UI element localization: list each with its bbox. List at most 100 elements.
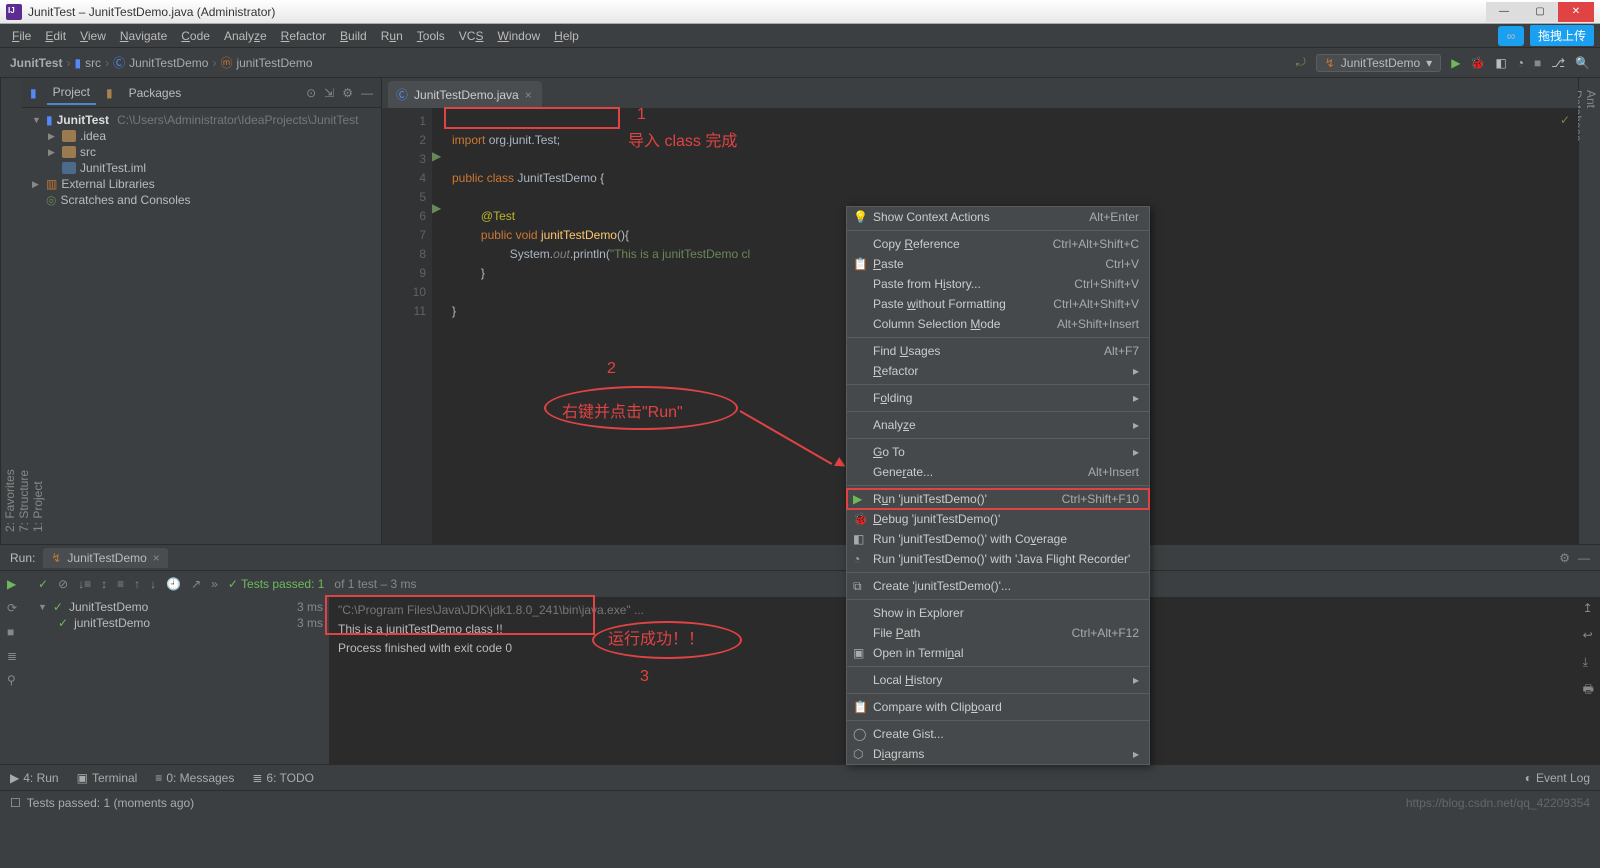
- coverage-icon[interactable]: ◧: [1495, 56, 1506, 70]
- packages-view-tab[interactable]: Packages: [123, 82, 188, 104]
- project-tab[interactable]: 1: Project: [31, 90, 45, 532]
- menu-item[interactable]: Analyze: [218, 27, 273, 45]
- context-menu-item[interactable]: Paste without FormattingCtrl+Alt+Shift+V: [847, 294, 1149, 314]
- expand-all-icon[interactable]: ⇲: [324, 86, 334, 100]
- context-menu-item[interactable]: Show in Explorer: [847, 603, 1149, 623]
- menu-item[interactable]: Window: [491, 27, 546, 45]
- context-menu-item[interactable]: Find UsagesAlt+F7: [847, 341, 1149, 361]
- context-menu-item[interactable]: ⧉Create 'junitTestDemo()'...: [847, 576, 1149, 596]
- context-menu-item[interactable]: Local History▸: [847, 670, 1149, 690]
- menu-item[interactable]: Run: [375, 27, 409, 45]
- context-menu-item[interactable]: ⬡Diagrams▸: [847, 744, 1149, 764]
- context-menu-item[interactable]: ▶Run 'junitTestDemo()'Ctrl+Shift+F10: [847, 489, 1149, 509]
- context-menu-item[interactable]: 💡Show Context ActionsAlt+Enter: [847, 207, 1149, 227]
- messages-tool-tab[interactable]: ≡ 0: Messages: [155, 771, 234, 785]
- close-icon[interactable]: ×: [153, 551, 160, 565]
- context-menu-item[interactable]: Generate...Alt+Insert: [847, 462, 1149, 482]
- chevron-icon[interactable]: ▶: [48, 131, 58, 142]
- chevron-icon[interactable]: ▶: [48, 147, 58, 158]
- structure-tab[interactable]: 7: Structure: [17, 90, 31, 532]
- expand-icon[interactable]: ↕: [101, 577, 107, 591]
- menu-item[interactable]: Refactor: [275, 27, 332, 45]
- select-opened-icon[interactable]: ⊙: [306, 86, 316, 100]
- context-menu-item[interactable]: Folding▸: [847, 388, 1149, 408]
- close-tab-icon[interactable]: ×: [525, 88, 532, 102]
- tree-scratches[interactable]: ◎ Scratches and Consoles: [22, 192, 381, 208]
- breadcrumb-src[interactable]: src: [85, 56, 101, 70]
- debug-icon[interactable]: 🐞: [1470, 56, 1485, 70]
- context-menu-item[interactable]: 📋Compare with Clipboard: [847, 697, 1149, 717]
- stop-icon[interactable]: ■: [7, 625, 23, 641]
- collapse-icon[interactable]: ≡: [117, 577, 124, 591]
- run-icon[interactable]: ▶: [1451, 56, 1460, 70]
- maximize-button[interactable]: ▢: [1522, 2, 1558, 22]
- run-tool-tab[interactable]: ▶ 4: Run: [10, 771, 59, 785]
- test-tree[interactable]: ▼ ✓ JunitTestDemo 3 ms ✓ junitTestDemo 3…: [30, 597, 330, 764]
- soft-wrap-icon[interactable]: ↩: [1583, 626, 1594, 645]
- test-tree-row[interactable]: ▼ ✓ JunitTestDemo 3 ms: [30, 599, 329, 615]
- context-menu-item[interactable]: ◔Run 'junitTestDemo()' with 'Java Flight…: [847, 549, 1149, 569]
- gear-icon[interactable]: ⚙: [1559, 551, 1570, 565]
- print-icon[interactable]: 🖶: [1583, 680, 1594, 699]
- hide-icon[interactable]: —: [1578, 551, 1590, 565]
- profile-icon[interactable]: ◔: [1517, 56, 1524, 70]
- ant-tab[interactable]: Ant: [1584, 90, 1598, 532]
- menu-item[interactable]: File: [6, 27, 37, 45]
- cloud-icon[interactable]: ∞: [1498, 26, 1524, 46]
- project-tree[interactable]: ▼ ▮ JunitTest C:\Users\Administrator\Ide…: [22, 108, 381, 212]
- menu-item[interactable]: Navigate: [114, 27, 173, 45]
- context-menu-item[interactable]: ◯Create Gist...: [847, 724, 1149, 744]
- run-gutter-icon[interactable]: ▶: [432, 201, 450, 215]
- prev-icon[interactable]: ↑: [134, 577, 140, 591]
- hide-icon[interactable]: —: [361, 86, 373, 100]
- toggle-auto-icon[interactable]: ⟳: [7, 601, 23, 617]
- pin-icon[interactable]: ⚲: [7, 673, 23, 689]
- stop-icon[interactable]: ■: [1534, 56, 1541, 70]
- context-menu-item[interactable]: Column Selection ModeAlt+Shift+Insert: [847, 314, 1149, 334]
- chevron-down-icon[interactable]: ▼: [38, 602, 47, 612]
- context-menu-item[interactable]: Go To▸: [847, 442, 1149, 462]
- terminal-tool-tab[interactable]: ▣ Terminal: [77, 771, 138, 785]
- breadcrumb-method[interactable]: junitTestDemo: [236, 56, 312, 70]
- menu-item[interactable]: Tools: [411, 27, 451, 45]
- todo-tool-tab[interactable]: ≣ 6: TODO: [252, 771, 314, 785]
- breadcrumb-class[interactable]: JunitTestDemo: [129, 56, 208, 70]
- context-menu-item[interactable]: 📋PasteCtrl+V: [847, 254, 1149, 274]
- context-menu-item[interactable]: File PathCtrl+Alt+F12: [847, 623, 1149, 643]
- search-icon[interactable]: 🔍: [1575, 56, 1590, 70]
- menu-item[interactable]: Build: [334, 27, 373, 45]
- layout-icon[interactable]: ≣: [7, 649, 23, 665]
- context-menu-item[interactable]: Analyze▸: [847, 415, 1149, 435]
- context-menu-item[interactable]: Paste from History...Ctrl+Shift+V: [847, 274, 1149, 294]
- tree-ext-lib[interactable]: ▶ ▥ External Libraries: [22, 176, 381, 192]
- tree-root[interactable]: ▼ ▮ JunitTest C:\Users\Administrator\Ide…: [22, 112, 381, 128]
- project-view-tab[interactable]: Project: [47, 81, 96, 105]
- tree-row[interactable]: ▶ .idea: [22, 128, 381, 144]
- breadcrumb-project[interactable]: JunitTest: [10, 56, 62, 70]
- minimize-button[interactable]: —: [1486, 2, 1522, 22]
- context-menu-item[interactable]: Refactor▸: [847, 361, 1149, 381]
- gear-icon[interactable]: ⚙: [342, 86, 353, 100]
- rerun-icon[interactable]: ▶: [7, 577, 23, 593]
- upload-button[interactable]: 拖拽上传: [1530, 25, 1594, 46]
- sort-icon[interactable]: ↓≡: [78, 577, 91, 591]
- build-icon[interactable]: ⤾: [1296, 55, 1306, 70]
- context-menu-item[interactable]: ▣Open in Terminal: [847, 643, 1149, 663]
- context-menu-item[interactable]: Copy ReferenceCtrl+Alt+Shift+C: [847, 234, 1149, 254]
- run-panel-tab[interactable]: ↯ JunitTestDemo ×: [43, 548, 167, 568]
- editor-tab[interactable]: Ⓒ JunitTestDemo.java ×: [388, 81, 542, 108]
- tree-row[interactable]: ▶ src: [22, 144, 381, 160]
- event-log-tab[interactable]: ◐ Event Log: [1525, 771, 1590, 785]
- menu-item[interactable]: View: [74, 27, 112, 45]
- more-icon[interactable]: »: [211, 577, 218, 591]
- scroll-to-end-icon[interactable]: ⤓: [1583, 653, 1594, 672]
- close-button[interactable]: ✕: [1558, 2, 1594, 22]
- menu-item[interactable]: Code: [175, 27, 216, 45]
- run-config-selector[interactable]: ↯ JunitTestDemo ▾: [1316, 54, 1441, 72]
- check-icon[interactable]: ✓: [38, 577, 48, 591]
- menu-item[interactable]: Edit: [39, 27, 72, 45]
- run-gutter-icon[interactable]: ▶: [432, 149, 450, 163]
- history-icon[interactable]: 🕘: [166, 577, 181, 591]
- test-tree-row[interactable]: ✓ junitTestDemo 3 ms: [30, 615, 329, 631]
- menu-item[interactable]: VCS: [453, 27, 490, 45]
